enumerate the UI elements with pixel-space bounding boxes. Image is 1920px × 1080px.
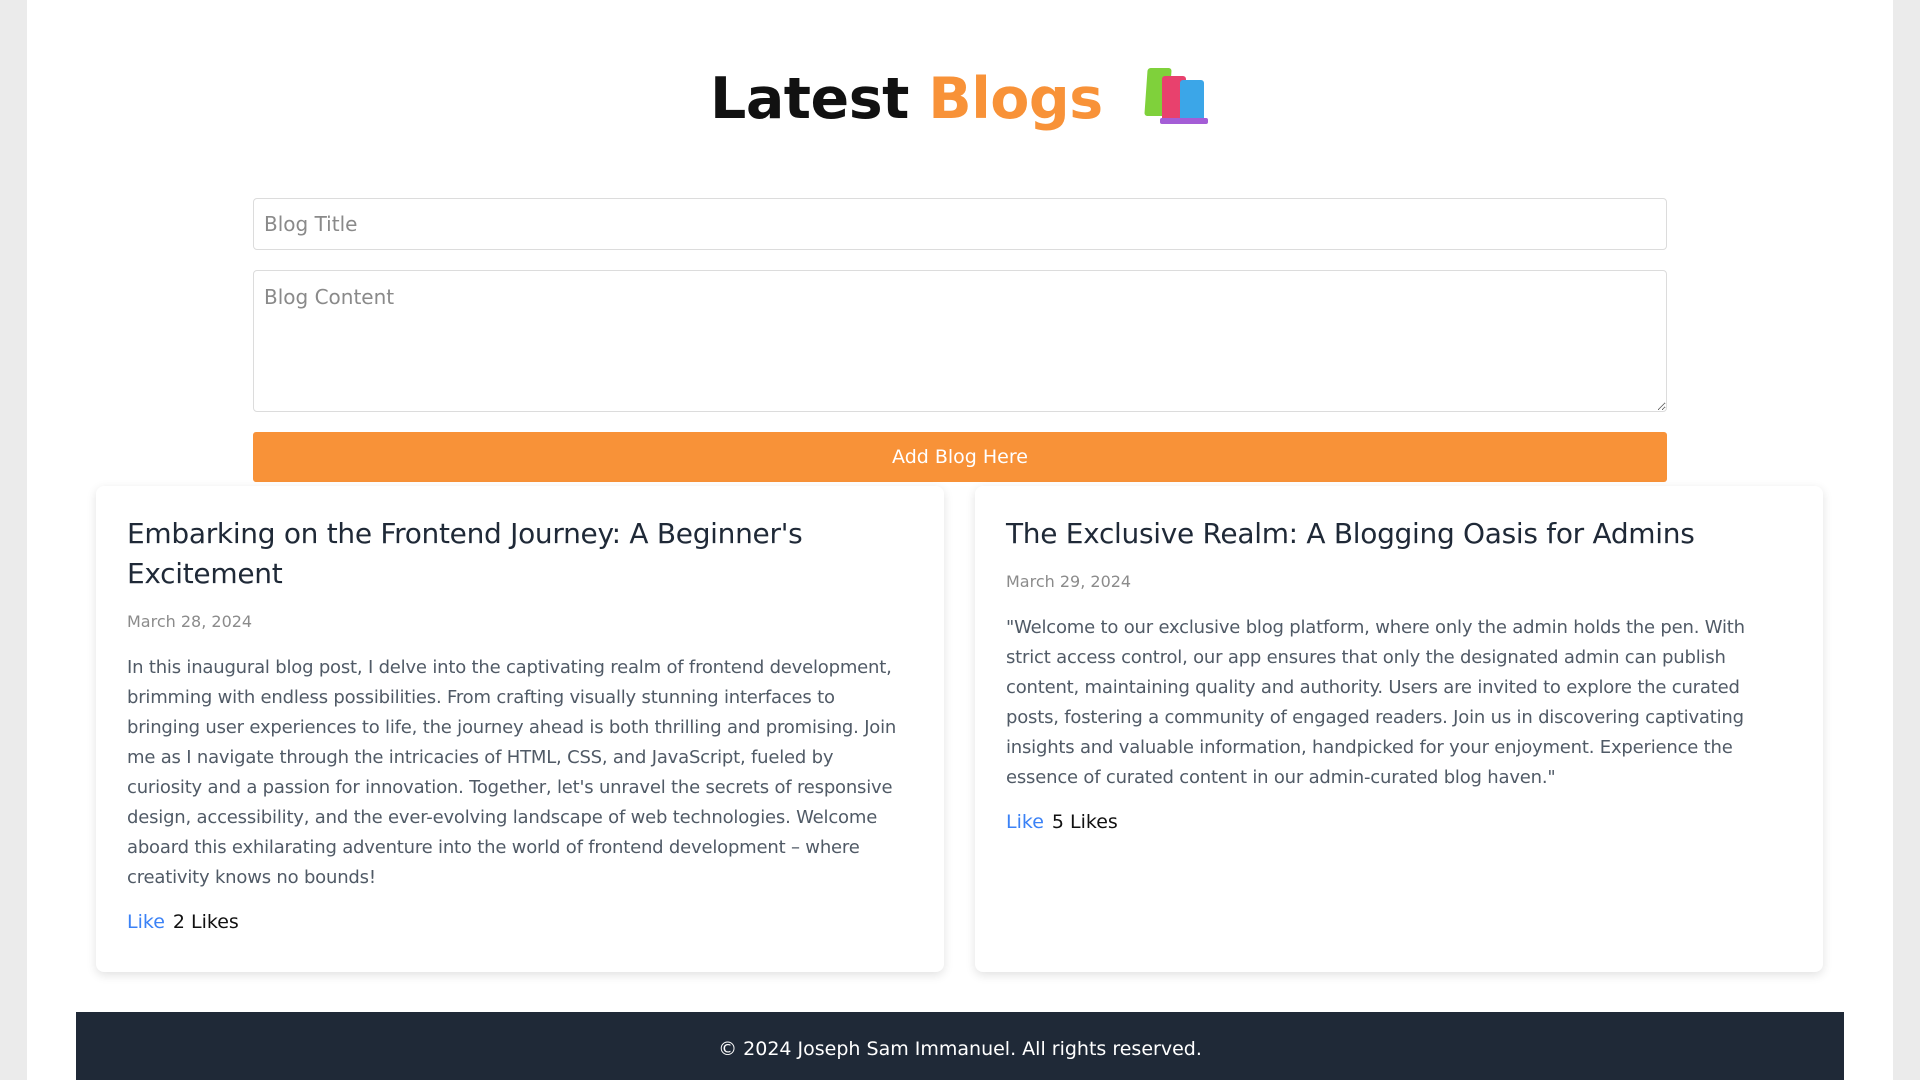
footer: © 2024 Joseph Sam Immanuel. All rights r… xyxy=(76,1012,1844,1080)
blog-card-body: "Welcome to our exclusive blog platform,… xyxy=(1006,617,1745,788)
like-button[interactable]: Like xyxy=(1006,811,1044,833)
likes-count: 2 Likes xyxy=(172,911,239,933)
blog-card: The Exclusive Realm: A Blogging Oasis fo… xyxy=(975,486,1823,972)
likes-count: 5 Likes xyxy=(1051,811,1118,833)
like-button[interactable]: Like xyxy=(127,911,165,933)
blog-card-actions: Like 5 Likes xyxy=(1006,807,1792,837)
blog-card-date: March 29, 2024 xyxy=(1006,572,1132,591)
footer-copyright: © 2024 Joseph Sam Immanuel. All rights r… xyxy=(718,1038,1202,1060)
blog-card-title: Embarking on the Frontend Journey: A Beg… xyxy=(127,517,803,590)
blog-card-date: March 28, 2024 xyxy=(127,612,253,631)
blog-card-body: In this inaugural blog post, I delve int… xyxy=(127,657,897,888)
book-base-shape xyxy=(1159,118,1208,124)
title-word-blogs: Blogs xyxy=(928,66,1103,132)
blog-card: Embarking on the Frontend Journey: A Beg… xyxy=(96,486,944,972)
page-title: Latest Blogs xyxy=(27,66,1893,132)
blog-card-title: The Exclusive Realm: A Blogging Oasis fo… xyxy=(1006,517,1695,550)
page-container: Latest Blogs Add Blog Here Embarking on … xyxy=(27,0,1893,1080)
books-icon xyxy=(1144,66,1210,124)
title-word-latest: Latest xyxy=(710,66,909,132)
add-blog-button[interactable]: Add Blog Here xyxy=(253,432,1667,482)
blog-content-textarea[interactable] xyxy=(253,270,1667,412)
blog-card-actions: Like 2 Likes xyxy=(127,907,913,937)
blog-title-input[interactable] xyxy=(253,198,1667,250)
book-blue-shape xyxy=(1179,80,1204,122)
